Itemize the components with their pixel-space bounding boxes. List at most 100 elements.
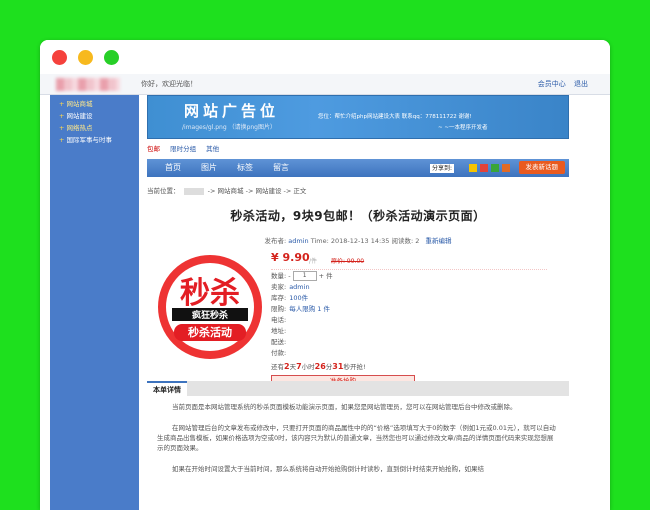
paragraph: 在网站管理后台的文章发布或修改中，只要打开页面的商品属性中的的“价格”选项填写大… (157, 424, 556, 452)
subnav-item-other[interactable]: 其他 (206, 145, 219, 153)
renren-share-icon[interactable] (502, 164, 510, 172)
payment-label: 付款: (271, 349, 287, 357)
article-body: 当前页面是本网站管理系统的秒杀页面模板功能演示页面，如果您是网站管理员，您可以在… (147, 396, 569, 474)
menu-item-images[interactable]: 图片 (201, 159, 217, 177)
site-logo[interactable] (56, 78, 120, 91)
maximize-window-button[interactable] (104, 50, 119, 65)
seller-link[interactable]: admin (289, 283, 309, 291)
sidebar-item-label: 网站建设 (66, 112, 93, 120)
quantity-label: 数量: (271, 272, 287, 280)
countdown-hours-unit: 小时 (301, 363, 315, 371)
countdown: 还有2天7小时26分31秒开抢! (271, 361, 547, 371)
quantity-unit: 件 (326, 272, 333, 280)
seller-label: 卖家: (271, 283, 287, 291)
plus-icon: + (59, 100, 65, 108)
phone-label: 电话: (271, 316, 287, 324)
limit-value: 每人限购 1 件 (289, 305, 330, 313)
sale-price: ¥ 9.90 (271, 251, 310, 264)
product-section: 秒杀 疯狂秒杀 秒杀活动 ¥ 9.90 /件 原价: 99.00 数量: -1 +… (147, 251, 569, 388)
quantity-plus-button[interactable]: + (319, 272, 324, 280)
image-text-bottom: 秒杀活动 (188, 325, 232, 339)
phone-row: 电话: (271, 315, 547, 325)
product-image: 秒杀 疯狂秒杀 秒杀活动 (155, 253, 265, 361)
publish-time: Time: 2018-12-13 14:35 (310, 237, 390, 245)
page-title: 秒杀活动，9块9包邮！（秒杀活动演示页面） (230, 209, 486, 223)
menu-item-home[interactable]: 首页 (165, 159, 181, 177)
paragraph: 如果在开始时间设置大于当前时间，那么系统将自动开始抢购倒计时读秒，直到倒计时结束… (172, 465, 484, 473)
paragraph: 当前页面是本网站管理系统的秒杀页面模板功能演示页面，如果您是网站管理员，您可以在… (172, 403, 517, 411)
countdown-minutes: 26 (314, 362, 326, 371)
edit-link[interactable]: 重新编辑 (426, 237, 452, 245)
new-topic-button[interactable]: 发表新话题 (518, 161, 565, 174)
sidebar-item-military-news[interactable]: + 国际军事与时事 (50, 134, 139, 146)
sidebar-item-site-building[interactable]: + 网站建设 (50, 110, 139, 122)
ad-banner[interactable]: 网站广告位 /images/gl.png （请换png图片） 您位：帮忙介绍ph… (147, 95, 569, 139)
plus-icon: + (59, 112, 65, 120)
seller-row: 卖家: admin (271, 282, 547, 292)
limit-row: 限购: 每人限购 1 件 (271, 304, 547, 314)
detail-tab-bar: 本单详情 (147, 381, 569, 396)
quantity-input[interactable]: 1 (292, 271, 317, 281)
address-label: 地址: (271, 327, 287, 335)
home-icon[interactable] (183, 187, 204, 195)
article-meta: 发布者: admin Time: 2018-12-13 14:35 阅读数: 2… (147, 235, 569, 245)
sidebar-item-shop[interactable]: + 网站商城 (50, 98, 139, 110)
image-text-top: 秒杀 (180, 276, 240, 311)
price-row: ¥ 9.90 /件 原价: 99.00 (271, 251, 547, 270)
countdown-seconds: 31 (332, 362, 344, 371)
logout-link[interactable]: 退出 (574, 80, 588, 88)
plus-icon: + (59, 136, 65, 144)
stock-label: 库存: (271, 294, 287, 302)
breadcrumb-current: -> 正文 (283, 187, 307, 195)
main-content: 网站广告位 /images/gl.png （请换png图片） 您位：帮忙介绍ph… (147, 95, 569, 485)
menu-item-guestbook[interactable]: 留言 (273, 159, 289, 177)
sidebar-item-label: 网站商城 (66, 100, 93, 108)
payment-row: 付款: (271, 348, 547, 358)
greeting-text: 你好，欢迎光临！ (141, 80, 197, 88)
stock-value: 100件 (289, 294, 309, 302)
plus-icon: + (59, 124, 65, 132)
limit-label: 限购: (271, 305, 287, 313)
minimize-window-button[interactable] (78, 50, 93, 65)
sidebar: + 网站商城 + 网站建设 + 网络热点 + 国际军事与时事 (50, 95, 139, 510)
stock-row: 库存: 100件 (271, 293, 547, 303)
main-menu: 首页 图片 标签 留言 分享到: 发表新话题 (147, 159, 569, 177)
subnav-item-group[interactable]: 限时分组 (170, 145, 196, 153)
wechat-share-icon[interactable] (491, 164, 499, 172)
breadcrumb-site-building[interactable]: -> 网站建设 (246, 187, 282, 195)
close-window-button[interactable] (52, 50, 67, 65)
breadcrumb-label: 当前位置： (147, 187, 180, 195)
product-details: ¥ 9.90 /件 原价: 99.00 数量: -1 + 件 卖家: admin 库… (271, 251, 547, 388)
countdown-prefix: 还有 (271, 363, 284, 371)
qzone-share-icon[interactable] (469, 164, 477, 172)
tab-detail[interactable]: 本单详情 (147, 381, 187, 396)
banner-subtitle: /images/gl.png （请换png图片） (182, 124, 276, 131)
shipping-label: 配送: (271, 338, 287, 346)
title-bar (40, 40, 610, 74)
sidebar-item-hot-topics[interactable]: + 网络热点 (50, 122, 139, 134)
banner-contact: 您位：帮忙介绍php网站建设大表 联系qq：778111722 谢谢! (318, 114, 472, 120)
quantity-minus-button[interactable]: - (288, 272, 290, 280)
sidebar-item-label: 网络热点 (66, 124, 93, 132)
shipping-row: 配送: (271, 337, 547, 347)
menu-item-tags[interactable]: 标签 (237, 159, 253, 177)
site-top-bar: 你好，欢迎光临！ 会员中心 退出 (40, 74, 610, 95)
member-center-link[interactable]: 会员中心 (538, 80, 566, 88)
share-icons (469, 164, 513, 174)
countdown-suffix: 秒开抢! (343, 363, 366, 371)
banner-signature: ~ ~一本程序开发者 (438, 125, 488, 131)
breadcrumb-shop[interactable]: -> 网站商城 (208, 187, 244, 195)
author-link[interactable]: admin (288, 237, 308, 245)
image-text-band: 疯狂秒杀 (192, 309, 228, 321)
address-row: 地址: (271, 326, 547, 336)
price-unit: /件 (309, 258, 318, 265)
banner-title: 网站广告位 (184, 102, 280, 120)
breadcrumb: 当前位置： -> 网站商城 -> 网站建设 -> 正文 (147, 185, 569, 195)
subnav-item-free-shipping[interactable]: 包邮 (147, 145, 160, 153)
weibo-share-icon[interactable] (480, 164, 488, 172)
share-label: 分享到: (430, 164, 455, 173)
user-links: 会员中心 退出 (532, 79, 588, 89)
quantity-row: 数量: -1 + 件 (271, 271, 547, 281)
sub-nav: 包邮 限时分组 其他 (147, 142, 569, 156)
author-label: 发布者: (264, 237, 287, 245)
